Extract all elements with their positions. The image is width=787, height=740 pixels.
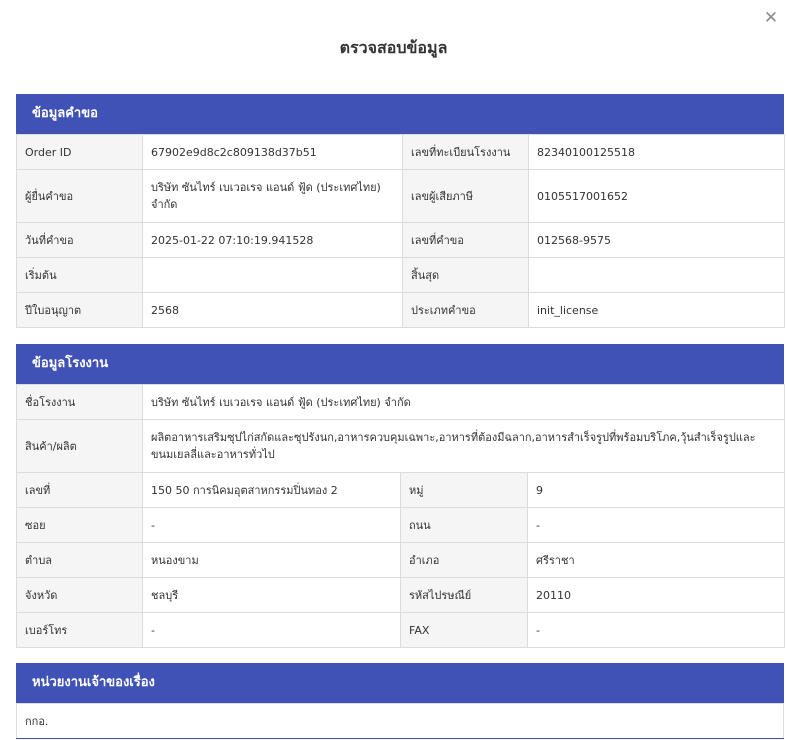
table-row: เบอร์โทร - FAX - [16,612,786,648]
table-row: กกอ. [16,703,784,739]
order-id-value: 67902e9d8c2c809138d37b51 [142,134,403,170]
end-label: สิ้นสุด [402,257,529,293]
province-label: จังหวัด [16,577,143,613]
agency-section: หน่วยงานเจ้าของเรื่อง กกอ. [16,663,784,739]
request-number-value: 012568-9575 [528,222,785,258]
postal-code-value: 20110 [526,577,786,613]
table-row: เริ่มต้น สิ้นสุด [16,257,785,293]
start-value [142,257,403,293]
factory-name-label: ชื่อโรงงาน [16,384,143,420]
license-year-label: ปีใบอนุญาต [16,292,143,328]
table-row: ชื่อโรงงาน บริษัท ซันไทร์ เบเวอเรจ แอนด์… [16,384,786,420]
fax-value: - [526,612,786,648]
table-row: จังหวัด ชลบุรี รหัสไปรษณีย์ 20110 [16,577,786,613]
table-row: สินค้า/ผลิต ผลิตอาหารเสริมซุปไก่สกัดและซ… [16,419,786,473]
subdistrict-label: ตำบล [16,542,143,578]
table-row: เลขที่ 150 50 การนิคมอุตสาหกรรมปิ่นทอง 2… [16,472,786,508]
moo-label: หมู่ [400,472,528,508]
soi-value: - [142,507,401,543]
request-type-label: ประเภทคำขอ [402,292,529,328]
factory-registration-label: เลขที่ทะเบียนโรงงาน [402,134,529,170]
request-type-value: init_license [528,292,785,328]
moo-value: 9 [526,472,786,508]
road-value: - [526,507,786,543]
phone-label: เบอร์โทร [16,612,143,648]
request-info-section: ข้อมูลคำขอ Order ID 67902e9d8c2c809138d3… [16,94,785,328]
factory-info-header: ข้อมูลโรงงาน [16,344,784,384]
product-label: สินค้า/ผลิต [16,419,143,473]
factory-name-value: บริษัท ซันไทร์ เบเวอเรจ แอนด์ ฟู้ด (ประเ… [141,384,786,420]
soi-label: ซอย [16,507,143,543]
table-row: วันที่คำขอ 2025-01-22 07:10:19.941528 เล… [16,222,785,258]
start-label: เริ่มต้น [16,257,143,293]
applicant-label: ผู้ยื่นคำขอ [16,169,143,223]
phone-value: - [142,612,401,648]
subdistrict-value: หนองขาม [142,542,401,578]
road-label: ถนน [400,507,528,543]
license-year-value: 2568 [142,292,403,328]
factory-info-section: ข้อมูลโรงงาน ชื่อโรงงาน บริษัท ซันไทร์ เ… [16,344,786,648]
postal-code-label: รหัสไปรษณีย์ [400,577,528,613]
table-row: ปีใบอนุญาต 2568 ประเภทคำขอ init_license [16,292,785,328]
table-row: Order ID 67902e9d8c2c809138d37b51 เลขที่… [16,134,785,170]
order-id-label: Order ID [16,134,143,170]
agency-table: กกอ. [16,703,784,739]
applicant-value: บริษัท ซันไทร์ เบเวอเรจ แอนด์ ฟู้ด (ประเ… [142,169,403,223]
address-number-label: เลขที่ [16,472,143,508]
modal-title: ตรวจสอบข้อมูล [339,38,448,57]
agency-header: หน่วยงานเจ้าของเรื่อง [16,663,784,703]
close-icon[interactable]: ✕ [761,8,781,28]
table-row: ซอย - ถนน - [16,507,786,543]
district-label: อำเภอ [400,542,528,578]
province-value: ชลบุรี [142,577,401,613]
fax-label: FAX [400,612,528,648]
request-date-value: 2025-01-22 07:10:19.941528 [142,222,403,258]
request-info-table: Order ID 67902e9d8c2c809138d37b51 เลขที่… [16,134,785,328]
product-value: ผลิตอาหารเสริมซุปไก่สกัดและซุปรังนก,อาหา… [141,419,786,473]
end-value [528,257,785,293]
request-date-label: วันที่คำขอ [16,222,143,258]
factory-registration-value: 82340100125518 [528,134,785,170]
district-value: ศรีราชา [526,542,786,578]
factory-info-table: ชื่อโรงงาน บริษัท ซันไทร์ เบเวอเรจ แอนด์… [16,384,786,648]
request-number-label: เลขที่คำขอ [402,222,529,258]
tax-id-label: เลขผู้เสียภาษี [402,169,529,223]
request-info-header: ข้อมูลคำขอ [16,94,784,134]
table-row: ตำบล หนองขาม อำเภอ ศรีราชา [16,542,786,578]
table-row: ผู้ยื่นคำขอ บริษัท ซันไทร์ เบเวอเรจ แอนด… [16,169,785,223]
agency-value: กกอ. [16,703,784,739]
tax-id-value: 0105517001652 [528,169,785,223]
address-number-value: 150 50 การนิคมอุตสาหกรรมปิ่นทอง 2 [142,472,401,508]
